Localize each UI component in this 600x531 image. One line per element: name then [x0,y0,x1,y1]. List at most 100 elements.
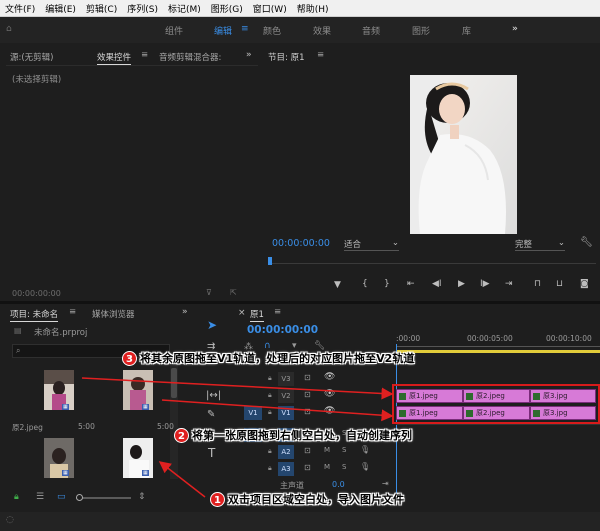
export-icon[interactable]: ⇱ [230,288,237,297]
lock-track-icon[interactable]: 🔒︎ [268,374,272,383]
project-item-duration: 5:00 [157,422,174,431]
work-area-bar[interactable] [396,350,600,353]
mute-button[interactable]: M [324,446,330,454]
pen-tool-icon[interactable]: ✎ [207,409,215,420]
track-label[interactable]: A2 [278,445,294,459]
lift-icon[interactable]: ⊓ [534,279,541,289]
menu-window[interactable]: 窗口(W) [248,2,292,15]
sort-icon[interactable]: ⇕ [138,492,146,502]
workspace-graphics[interactable]: 图形 [412,24,430,37]
sync-lock-icon[interactable]: ⊡ [304,446,311,455]
workspace-color[interactable]: 颜色 [263,24,281,37]
panel-overflow-icon[interactable]: » [246,50,252,60]
wrench-icon[interactable]: 🔧︎ [580,237,593,248]
lock-track-icon[interactable]: 🔒︎ [268,464,272,473]
menu-graphics[interactable]: 图形(G) [206,2,248,15]
workspace-assembly[interactable]: 组件 [165,24,183,37]
go-to-end-icon[interactable]: ⇥ [382,479,389,488]
project-item-name: 原2.jpeg [12,423,43,432]
icon-view-icon[interactable]: ▭ [57,492,66,502]
step-forward-icon[interactable]: I▶ [480,279,490,289]
menu-sequence[interactable]: 序列(S) [122,2,163,15]
solo-button[interactable]: S [342,446,346,454]
go-to-out-icon[interactable]: ⇥ [505,279,513,289]
still-badge-icon: ▦ [62,470,69,476]
add-marker-icon[interactable]: ▼ [334,280,341,290]
timeline-menu-icon[interactable]: ≡ [274,307,281,317]
workspace-menu-icon[interactable]: ≡ [241,24,249,34]
mute-button[interactable]: M [324,463,330,471]
menu-help[interactable]: 帮助(H) [292,2,334,15]
close-icon[interactable]: × [238,308,246,318]
source-timecode: 00:00:00:00 [12,289,61,298]
menu-file[interactable]: 文件(F) [0,2,40,15]
program-scrubber[interactable] [268,255,596,269]
workspace-editing[interactable]: 编辑 [214,24,232,37]
sync-lock-icon[interactable]: ⊡ [304,390,311,399]
time-ruler[interactable] [396,346,600,347]
track-label[interactable]: A3 [278,462,294,476]
master-volume[interactable]: 0.0 [332,480,345,489]
microphone-icon[interactable]: 🎙︎ [360,445,370,454]
mark-in-icon[interactable]: { [362,279,368,289]
home-icon[interactable]: ⌂ [6,24,12,34]
play-icon[interactable]: ▶ [458,279,465,289]
still-badge-icon: ▦ [62,404,69,410]
list-view-icon[interactable]: ☰ [36,492,44,502]
mark-out-icon[interactable]: } [384,279,390,289]
tab-project[interactable]: 项目: 未命名 [10,308,59,322]
lock-icon[interactable]: 🔒︎ [14,492,19,502]
playhead-icon[interactable] [268,257,272,265]
tab-effect-controls[interactable]: 效果控件 [97,51,132,65]
ruler-tick: :00:00 [396,334,421,343]
fit-select[interactable]: 适合 ⌄ [344,238,399,251]
workspace-overflow-icon[interactable]: » [512,24,518,34]
tab-audio-clip-mixer[interactable]: 音频剪辑混合器: [159,51,221,63]
workspace-audio[interactable]: 音频 [362,24,380,37]
filter-icon[interactable]: ⊽ [206,288,212,297]
project-overflow-icon[interactable]: » [182,307,188,317]
project-item-thumb[interactable] [44,370,74,410]
sync-lock-icon[interactable]: ⊡ [304,373,311,382]
workspace-effects[interactable]: 效果 [313,24,331,37]
menu-marker[interactable]: 标记(M) [163,2,206,15]
source-patch-v1[interactable]: V1 [244,406,262,420]
sync-lock-icon[interactable]: ⊡ [304,463,311,472]
program-timecode[interactable]: 00:00:00:00 [272,238,330,249]
eye-icon[interactable]: 👁︎ [324,372,335,382]
lock-track-icon[interactable]: 🔒︎ [268,391,272,400]
microphone-icon[interactable]: 🎙︎ [360,462,370,471]
project-item-thumb[interactable] [44,438,74,478]
eye-icon[interactable]: 👁︎ [324,389,335,399]
zoom-slider[interactable] [76,494,131,501]
track-label[interactable]: V1 [278,406,294,420]
tab-menu-icon[interactable]: ≡ [141,50,148,60]
solo-button[interactable]: S [342,463,346,471]
timeline-tab[interactable]: 原1 [250,308,264,322]
project-menu-icon[interactable]: ≡ [69,307,76,317]
tab-media-browser[interactable]: 媒体浏览器 [92,308,135,320]
lock-track-icon[interactable]: 🔒︎ [268,447,272,456]
extract-icon[interactable]: ⊔ [556,279,563,289]
track-v1: V1 🔒︎ V1 ⊡ 👁︎ [232,406,396,420]
ripple-edit-icon[interactable]: |↔| [206,390,221,401]
workspace-libraries[interactable]: 库 [462,24,471,37]
quality-select[interactable]: 完整 ⌄ [515,238,565,251]
timeline-timecode[interactable]: 00:00:00:00 [247,324,318,336]
camera-icon[interactable]: ◙ [580,279,589,289]
workspace-bar: ⌂ 组件 编辑 ≡ 颜色 效果 音频 图形 库 » [0,17,600,43]
lock-track-icon[interactable]: 🔒︎ [268,408,272,417]
program-menu-icon[interactable]: ≡ [317,50,324,60]
menu-clip[interactable]: 剪辑(C) [81,2,122,15]
track-label[interactable]: V3 [278,372,294,386]
selection-tool-icon[interactable]: ➤ [207,318,217,332]
step-back-icon[interactable]: ◀I [432,279,442,289]
track-label[interactable]: V2 [278,389,294,403]
annotation-step-2: 2 将第一张原图拖到右侧空白处，自动创建序列 [174,427,412,443]
tab-source[interactable]: 源:(无剪辑) [10,51,54,63]
go-to-in-icon[interactable]: ⇤ [407,279,415,289]
type-tool-icon[interactable]: T [208,446,215,460]
eye-icon[interactable]: 👁︎ [324,406,335,416]
menu-edit[interactable]: 编辑(E) [40,2,81,15]
sync-lock-icon[interactable]: ⊡ [304,407,311,416]
